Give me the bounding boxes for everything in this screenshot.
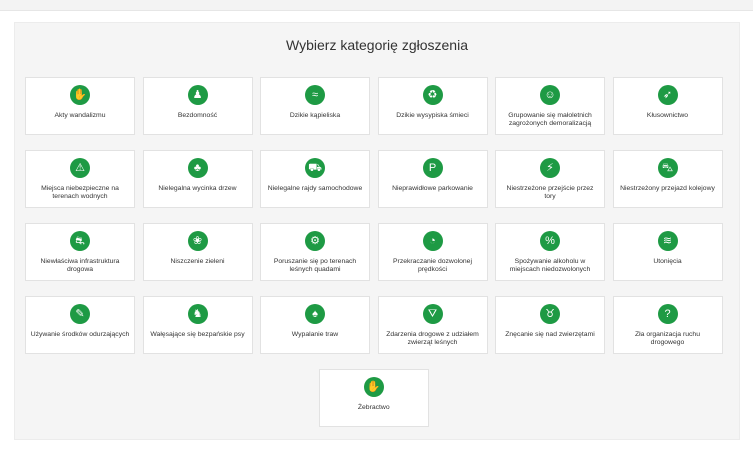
category-label: Niestrzeżone przejście przez tory [506, 185, 594, 201]
category-label: Używanie środków odurzających [30, 331, 130, 338]
drowning-icon: ≋ [657, 231, 678, 251]
greenery-icon: ❀ [187, 231, 208, 251]
train-icon: ⛍ [657, 158, 678, 178]
category-card[interactable]: ⚙ Poruszanie się po terenach leśnych quad… [260, 223, 370, 281]
quad-icon: ⚙ [305, 231, 325, 251]
group-icon: ☺ [540, 85, 560, 105]
category-card[interactable]: ❀ Niszczenie zieleni [142, 223, 253, 281]
water-danger-icon: ⚠ [70, 158, 90, 178]
category-label: Wypalanie traw [291, 331, 339, 338]
category-card[interactable]: ✋ Żebractwo [318, 369, 429, 427]
category-card[interactable]: ⛟ Nielegalne rajdy samochodowe [260, 150, 370, 208]
category-card[interactable]: ⚠ Miejsca niebezpieczne na terenach wodny… [25, 150, 135, 208]
category-panel: Wybierz kategorię zgłoszenia ✋ Akty wanda… [14, 22, 740, 440]
grass-burning-icon: ♠ [305, 304, 325, 324]
page-footer-space [14, 440, 740, 474]
animal-road-icon: ⛛ [422, 304, 443, 324]
tree-cutting-icon: ♣ [187, 158, 208, 178]
category-label: Akty wandalizmu [54, 112, 106, 119]
category-card[interactable]: ♟ Bezdomność [142, 77, 253, 135]
category-card[interactable]: ➶ Kłusownictwo [612, 77, 723, 135]
category-card[interactable]: ♻ Dzikie wysypiska śmieci [377, 77, 488, 135]
car-rally-icon: ⛟ [305, 158, 325, 178]
category-card[interactable]: ≋ Utonięcia [612, 223, 723, 281]
drugs-icon: ✎ [70, 304, 90, 324]
category-card[interactable]: ⛛ Zdarzenia drogowe z udziałem zwierząt l… [377, 296, 488, 354]
category-label: Spożywanie alkoholu w miejscach niedozwo… [509, 258, 591, 274]
category-card[interactable]: ⛐ Niewłaściwa infrastruktura drogowa [25, 223, 135, 281]
category-card[interactable]: ✋ Akty wandalizmu [25, 77, 135, 135]
category-card[interactable]: ⛍ Niestrzeżony przejazd kolejowy [612, 150, 723, 208]
category-label: Poruszanie się po terenach leśnych quada… [273, 258, 357, 274]
category-label: Znęcanie się nad zwierzętami [505, 331, 595, 338]
category-label: Nieprawidłowe parkowanie [392, 185, 473, 192]
category-label: Niewłaściwa infrastruktura drogowa [40, 258, 120, 274]
category-card[interactable]: ? Zła organizacja ruchu drogowego [612, 296, 723, 354]
category-card[interactable]: ⚡ Niestrzeżone przejście przez tory [495, 150, 605, 208]
category-card[interactable]: ♣ Nielegalna wycinka drzew [142, 150, 253, 208]
category-card[interactable]: ♞ Wałęsające się bezpańskie psy [142, 296, 253, 354]
category-label: Nielegalne rajdy samochodowe [267, 185, 363, 192]
category-card[interactable]: ≈ Dzikie kąpieliska [260, 77, 370, 135]
poaching-icon: ➶ [657, 85, 678, 105]
homeless-icon: ♟ [187, 85, 208, 105]
animal-abuse-icon: ♉ [540, 304, 560, 324]
category-label: Żebractwo [357, 404, 390, 411]
category-label: Wałęsające się bezpańskie psy [150, 331, 245, 338]
traffic-icon: ? [657, 304, 678, 324]
category-label: Niestrzeżony przejazd kolejowy [620, 185, 715, 192]
top-bar [0, 0, 753, 11]
category-label: Kłusownictwo [646, 112, 689, 119]
category-card[interactable]: P Nieprawidłowe parkowanie [377, 150, 488, 208]
category-label: Grupowanie się małoletnich zagrożonych d… [508, 112, 592, 128]
category-card[interactable]: ☺ Grupowanie się małoletnich zagrożonych … [495, 77, 605, 135]
category-label: Miejsca niebezpieczne na terenach wodnyc… [41, 185, 119, 201]
category-card[interactable]: ♉ Znęcanie się nad zwierzętami [495, 296, 605, 354]
category-label: Zdarzenia drogowe z udziałem zwierząt le… [386, 331, 479, 347]
category-card[interactable]: ♠ Wypalanie traw [260, 296, 370, 354]
category-label: Bezdomność [177, 112, 218, 119]
alcohol-icon: % [540, 231, 560, 251]
category-label: Niszczenie zieleni [170, 258, 225, 265]
category-label: Zła organizacja ruchu drogowego [635, 331, 700, 347]
category-label: Przekraczanie dozwolonej prędkości [393, 258, 472, 274]
parking-icon: P [422, 158, 443, 178]
trash-icon: ♻ [422, 85, 443, 105]
category-label: Utonięcia [653, 258, 682, 265]
begging-icon: ✋ [363, 377, 384, 397]
road-infrastructure-icon: ⛐ [70, 231, 90, 251]
vandalism-icon: ✋ [70, 85, 90, 105]
category-label: Nielegalna wycinka drzew [158, 185, 237, 192]
rail-crossing-icon: ⚡ [540, 158, 560, 178]
dog-icon: ♞ [187, 304, 208, 324]
category-label: Dzikie wysypiska śmieci [396, 112, 469, 119]
category-card[interactable]: ◔ Przekraczanie dozwolonej prędkości [377, 223, 488, 281]
swimmer-icon: ≈ [305, 85, 325, 105]
category-label: Dzikie kąpieliska [289, 112, 341, 119]
category-card[interactable]: % Spożywanie alkoholu w miejscach niedozw… [495, 223, 605, 281]
speed-icon: ◔ [422, 231, 443, 251]
category-card[interactable]: ✎ Używanie środków odurzających [25, 296, 135, 354]
page-title: Wybierz kategorię zgłoszenia [286, 37, 468, 53]
